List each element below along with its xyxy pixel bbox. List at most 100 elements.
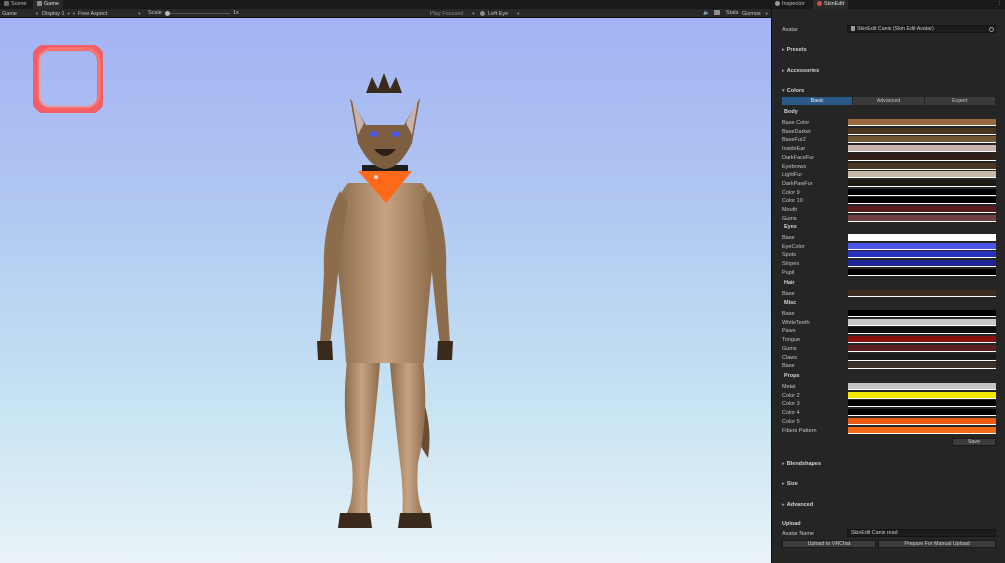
color-swatch[interactable] [848,383,996,390]
save-button[interactable]: Save [952,438,996,446]
grid-icon[interactable] [714,9,720,18]
color-swatch[interactable] [848,251,996,259]
alpha-bar [848,125,996,126]
scale-value: 1x [233,10,239,16]
alpha-bar [848,274,996,276]
group-eyes-heading: Eyes [784,224,797,230]
alpha-bar [848,316,996,317]
color-mode-tabs: Basic Advanced Expert [782,97,996,105]
section-accessories[interactable]: ▸ Accessories [782,68,819,74]
group-hair-heading: Hair [784,280,795,286]
game-viewport[interactable] [0,18,771,563]
upload-to-vrchat-button[interactable]: Upload to VRChat [782,540,876,548]
chevron-down-icon: ▼ [471,11,476,16]
display-dropdown[interactable]: Display 1 ▼ [42,9,71,18]
alpha-bar [848,359,996,361]
color-label: Tongue [782,337,801,344]
tab-advanced[interactable]: Advanced [853,97,925,105]
alpha-bar [848,368,996,370]
color-label: Color 2 [782,392,800,399]
scale-slider[interactable] [166,13,230,14]
stats-button[interactable]: Stats [726,9,739,18]
color-swatch[interactable] [848,400,996,408]
play-mode-dropdown[interactable]: Play Focused ▼ [430,9,475,18]
color-swatch[interactable] [848,119,996,126]
color-swatch[interactable] [848,344,996,352]
color-swatch[interactable] [848,290,996,297]
color-swatch[interactable] [848,242,996,250]
alpha-bar [848,389,996,390]
alpha-bar [848,220,996,222]
color-swatch[interactable] [848,127,996,135]
tab-basic[interactable]: Basic [782,97,854,105]
color-swatch[interactable] [848,336,996,344]
scale-slider-handle[interactable] [165,11,170,16]
alpha-bar [848,397,996,399]
color-swatch[interactable] [848,409,996,417]
tab-menu-icon[interactable]: ⋮ [993,0,1005,9]
recording-indicator-icon [33,45,103,113]
color-swatch[interactable] [848,426,996,434]
section-blendshapes[interactable]: ▸ Blendshapes [782,461,821,467]
color-swatch[interactable] [848,153,996,161]
color-swatch[interactable] [848,197,996,205]
color-swatch[interactable] [848,362,996,370]
aspect-dropdown[interactable]: ▼ Free Aspect ▼ [72,9,141,18]
chevron-down-icon: ▼ [66,11,71,16]
vr-eye-dropdown[interactable]: Left Eye ▼ [480,9,520,18]
section-size[interactable]: ▸ Size [782,481,798,487]
color-swatch[interactable] [848,234,996,241]
color-swatch[interactable] [848,214,996,222]
color-swatch[interactable] [848,260,996,268]
gamepad-icon [37,1,42,6]
color-swatch[interactable] [848,145,996,153]
color-swatch[interactable] [848,268,996,276]
color-swatch[interactable] [848,162,996,170]
section-presets[interactable]: ▸ Presets [782,47,807,53]
color-label: Gums [782,345,797,352]
color-swatch[interactable] [848,136,996,144]
color-swatch[interactable] [848,327,996,335]
gizmos-dropdown[interactable]: Gizmos ▼ [742,9,769,18]
object-picker-icon[interactable] [989,27,994,32]
color-swatch[interactable] [848,188,996,196]
alpha-bar [848,203,996,205]
alpha-bar [848,194,996,196]
alpha-bar [848,151,996,153]
color-swatch[interactable] [848,417,996,425]
chevron-down-icon: ▼ [764,11,769,16]
avatar-object-field[interactable]: SkinEdit Canis (Skin Edit Avatar) [847,25,996,33]
chevron-right-icon: ▸ [782,68,785,74]
display-mode-dropdown[interactable]: Game ▼ [2,9,39,18]
alpha-bar [848,257,996,259]
color-label: BaseDarker [782,128,812,135]
section-colors[interactable]: ▾ Colors [782,88,804,94]
color-swatch[interactable] [848,391,996,399]
display-mode-label: Game [2,11,17,17]
color-swatch[interactable] [848,310,996,317]
avatar-name-input[interactable]: SkinEdit Canis read [847,529,996,537]
chevron-right-icon: ▸ [782,461,785,467]
skinedit-icon [817,1,822,6]
alpha-bar [848,333,996,335]
color-swatch[interactable] [848,318,996,326]
tab-expert[interactable]: Expert [924,97,996,105]
color-swatch[interactable] [848,171,996,179]
color-swatch[interactable] [848,179,996,187]
section-accessories-label: Accessories [786,68,820,74]
tab-game[interactable]: Game [33,0,63,9]
prepare-manual-upload-button[interactable]: Prepare For Manual Upload [878,540,996,548]
scene-icon [4,1,9,6]
avatar-model [317,73,453,528]
color-swatch[interactable] [848,353,996,361]
game-toolbar: Game ▼ Display 1 ▼ ▼ Free Aspect ▼ Scale 1x … [0,9,771,18]
section-advanced[interactable]: ▸ Advanced [782,502,813,508]
color-swatch[interactable] [848,206,996,213]
group-misc-heading: Misc [784,300,797,306]
tab-inspector[interactable]: Inspector [771,0,809,9]
tab-scene-label: Scene [11,1,27,7]
tab-scene[interactable]: Scene [0,0,31,9]
tab-skinedit[interactable]: SkinEdit [813,0,849,9]
mute-audio-icon[interactable]: 🔈 [703,9,710,18]
tab-game-label: Game [44,1,59,7]
